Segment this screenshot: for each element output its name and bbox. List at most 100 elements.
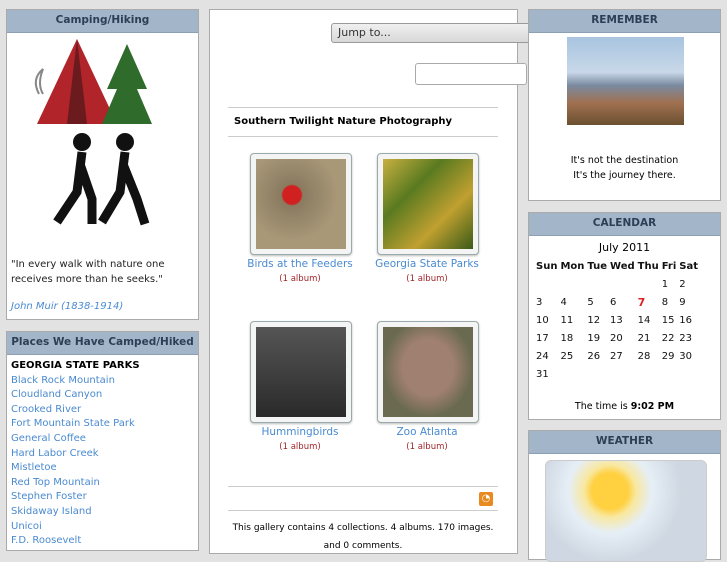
weekday-header: Thu: [637, 260, 659, 272]
album-count: (1 album): [279, 274, 321, 284]
weather-icon: [545, 460, 707, 562]
places-heading: GEORGIA STATE PARKS: [11, 360, 140, 371]
quote-author[interactable]: John Muir (1838-1914): [11, 301, 123, 312]
panel-header: Places We Have Camped/Hiked: [7, 332, 198, 355]
calendar-day: [559, 365, 586, 383]
places-panel: Places We Have Camped/Hiked GEORGIA STAT…: [6, 331, 199, 551]
album-thumb-zoo[interactable]: [377, 321, 479, 423]
weekday-header: Wed: [610, 260, 635, 272]
place-link[interactable]: Cloudland Canyon: [11, 388, 194, 403]
weekday-header: Sat: [679, 260, 699, 272]
place-link[interactable]: Fort Mountain State Park: [11, 417, 194, 432]
album-link[interactable]: Birds at the Feeders: [235, 258, 365, 270]
calendar-month: July 2011: [598, 241, 651, 254]
place-link[interactable]: Red Top Mountain: [11, 476, 194, 491]
search-input[interactable]: [415, 63, 527, 85]
calendar-day[interactable]: 17: [535, 329, 559, 347]
gallery-stats: This gallery contains 4 collections. 4 a…: [232, 523, 494, 551]
remember-line: It's the journey there.: [573, 170, 676, 181]
album-link[interactable]: Georgia State Parks: [362, 258, 492, 270]
quote-text: "In every walk with nature one receives …: [11, 259, 165, 285]
panel-header: WEATHER: [529, 431, 720, 454]
calendar-day[interactable]: 28: [637, 347, 661, 365]
calendar-day[interactable]: 2: [678, 275, 700, 293]
landscape-photo: [567, 37, 684, 125]
album-count: (1 album): [279, 442, 321, 452]
place-link[interactable]: General Coffee: [11, 432, 194, 447]
calendar-day[interactable]: 27: [609, 347, 637, 365]
calendar-panel: CALENDAR July 2011 Sun Mon Tue Wed Thu Fri Sat…: [528, 212, 721, 420]
weekday-header: Mon: [560, 260, 585, 272]
calendar-day[interactable]: 5: [586, 293, 609, 311]
jump-to-dropdown[interactable]: Jump to...: [331, 23, 531, 43]
calendar-day[interactable]: 18: [559, 329, 586, 347]
calendar-day[interactable]: 4: [559, 293, 586, 311]
calendar-day[interactable]: 7: [637, 293, 661, 311]
panel-header: REMEMBER: [529, 10, 720, 33]
calendar-day[interactable]: 11: [559, 311, 586, 329]
camping-panel: Camping/Hiking "In every walk with natur…: [6, 9, 199, 320]
album-count: (1 album): [406, 274, 448, 284]
calendar-day[interactable]: 9: [678, 293, 700, 311]
place-link[interactable]: Hard Labor Creek: [11, 447, 194, 462]
page-title: Southern Twilight Nature Photography: [234, 116, 453, 127]
calendar-day: [637, 275, 661, 293]
calendar-day[interactable]: 21: [637, 329, 661, 347]
calendar-day[interactable]: 22: [661, 329, 679, 347]
calendar-day[interactable]: 24: [535, 347, 559, 365]
weekday-header: Tue: [587, 260, 608, 272]
main-content: Southern Twilight Nature Photography Bir…: [209, 9, 527, 554]
remember-panel: REMEMBER It's not the destination It's t…: [528, 9, 721, 201]
camping-hiking-logo: [34, 39, 152, 226]
weather-panel: WEATHER: [528, 430, 721, 562]
album-thumb-hummingbirds[interactable]: [250, 321, 352, 423]
calendar-day[interactable]: 26: [586, 347, 609, 365]
current-time: The time is 9:02 PM: [574, 401, 675, 412]
panel-header: Camping/Hiking: [7, 10, 198, 33]
calendar-day[interactable]: 12: [586, 311, 609, 329]
panel-header: CALENDAR: [529, 213, 720, 236]
place-link[interactable]: Unicoi: [11, 520, 194, 535]
calendar-day: [535, 275, 559, 293]
calendar-day[interactable]: 14: [637, 311, 661, 329]
calendar-day[interactable]: 3: [535, 293, 559, 311]
calendar-day[interactable]: 29: [661, 347, 679, 365]
weekday-header: Sun: [536, 260, 558, 272]
calendar-day[interactable]: 6: [609, 293, 637, 311]
place-link[interactable]: Mistletoe: [11, 461, 194, 476]
place-link[interactable]: Crooked River: [11, 403, 194, 418]
rss-icon[interactable]: ◔: [479, 492, 493, 506]
album-link[interactable]: Zoo Atlanta: [362, 426, 492, 438]
calendar-day[interactable]: 1: [661, 275, 679, 293]
calendar-day: [661, 365, 679, 383]
album-count: (1 album): [406, 442, 448, 452]
calendar-day[interactable]: 15: [661, 311, 679, 329]
calendar-day[interactable]: 8: [661, 293, 679, 311]
place-link[interactable]: F.D. Roosevelt: [11, 534, 194, 549]
calendar-day: [559, 275, 586, 293]
calendar-day[interactable]: 25: [559, 347, 586, 365]
calendar-day: [678, 365, 700, 383]
calendar-grid: Sun Mon Tue Wed Thu Fri Sat 1 2 3 4 5 6 7 8 9 10 11 12 13 14…: [535, 257, 700, 383]
calendar-day: [586, 365, 609, 383]
remember-line: It's not the destination: [570, 155, 679, 166]
calendar-day[interactable]: 30: [678, 347, 700, 365]
calendar-day: [637, 365, 661, 383]
place-link[interactable]: Skidaway Island: [11, 505, 194, 520]
calendar-day[interactable]: 19: [586, 329, 609, 347]
calendar-day[interactable]: 31: [535, 365, 559, 383]
calendar-day: [609, 275, 637, 293]
calendar-day[interactable]: 23: [678, 329, 700, 347]
album-thumb-birds[interactable]: [250, 153, 352, 255]
album-link[interactable]: Hummingbirds: [235, 426, 365, 438]
calendar-day: [586, 275, 609, 293]
calendar-day[interactable]: 10: [535, 311, 559, 329]
place-link[interactable]: Black Rock Mountain: [11, 374, 194, 389]
album-thumb-parks[interactable]: [377, 153, 479, 255]
place-link[interactable]: Stephen Foster: [11, 490, 194, 505]
calendar-day[interactable]: 13: [609, 311, 637, 329]
calendar-day: [609, 365, 637, 383]
calendar-day[interactable]: 20: [609, 329, 637, 347]
weekday-header: Fri: [661, 260, 677, 272]
calendar-day[interactable]: 16: [678, 311, 700, 329]
